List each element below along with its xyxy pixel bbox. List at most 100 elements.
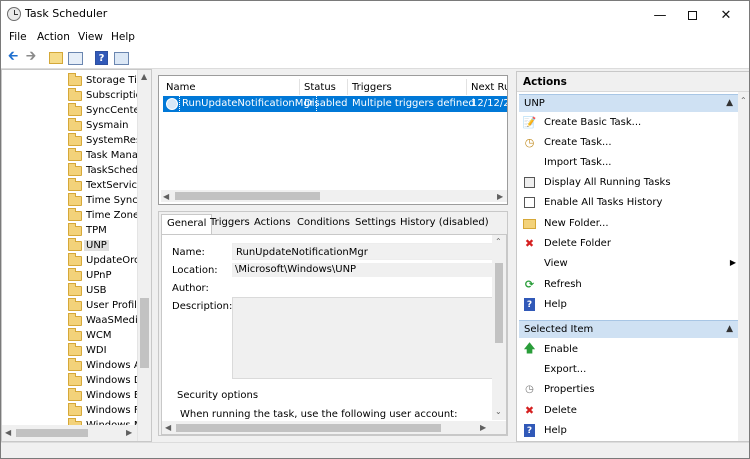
- display-running-tasks-button[interactable]: Display All Running Tasks: [519, 173, 738, 193]
- tree-folder-item[interactable]: UpdateOrch: [68, 253, 146, 269]
- action-label: Refresh: [544, 279, 582, 290]
- help-button[interactable]: ? Help: [519, 295, 738, 315]
- task-location-value[interactable]: \Microsoft\Windows\UNP: [232, 263, 496, 277]
- tree-folder-item[interactable]: WCM: [68, 328, 140, 344]
- tab-triggers[interactable]: Triggers: [205, 214, 255, 234]
- tree-folder-item[interactable]: Windows Ac: [68, 358, 146, 374]
- section-header-unp[interactable]: UNP ▲: [519, 94, 738, 112]
- actions-header: Actions: [517, 72, 749, 92]
- export-button[interactable]: Export...: [519, 360, 738, 380]
- task-name-cell[interactable]: RunUpdateNotificationMgr: [179, 95, 317, 113]
- task-next-run-cell[interactable]: 12/12/20: [471, 98, 507, 109]
- table-row[interactable]: RunUpdateNotificationMgr Disabled Multip…: [163, 95, 507, 113]
- tree-folder-item[interactable]: SystemRestore: [68, 133, 151, 149]
- scroll-right-arrow-icon[interactable]: ▶: [497, 192, 503, 201]
- enable-button[interactable]: 🡅 Enable: [519, 340, 738, 360]
- column-header-triggers[interactable]: Triggers: [352, 82, 392, 93]
- delete-folder-button[interactable]: ✖ Delete Folder: [519, 234, 738, 254]
- tree-folder-item[interactable]: Windows Er: [68, 388, 144, 404]
- tree-folder-item[interactable]: TPM: [68, 223, 140, 239]
- tree-folder-item[interactable]: Task Manager: [68, 148, 151, 164]
- tree-folder-item[interactable]: Time Synchr: [68, 193, 148, 209]
- tab-actions[interactable]: Actions: [249, 214, 296, 234]
- scroll-up-arrow-icon[interactable]: ▲: [141, 72, 147, 81]
- details-horizontal-scroll-thumb[interactable]: [176, 424, 441, 432]
- details-horizontal-scrollbar[interactable]: ◀ ▶: [162, 421, 506, 434]
- details-vertical-scrollbar[interactable]: ⌃ ⌄: [492, 235, 506, 420]
- column-divider[interactable]: [299, 79, 300, 95]
- task-triggers-cell[interactable]: Multiple triggers defined: [352, 98, 475, 109]
- tree-folder-item[interactable]: USB: [68, 283, 140, 299]
- section-header-selected-item[interactable]: Selected Item ▲: [519, 320, 738, 338]
- create-task-button[interactable]: ◷ Create Task...: [519, 133, 738, 153]
- folder-icon: [68, 133, 82, 146]
- tree-folder-item[interactable]: UPnP: [68, 268, 140, 284]
- help-icon[interactable]: ?: [95, 51, 108, 65]
- help-button[interactable]: ? Help: [519, 421, 738, 441]
- menu-help[interactable]: Help: [111, 31, 135, 43]
- tree-folder-item[interactable]: UNP: [68, 238, 140, 254]
- menu-file[interactable]: File: [9, 31, 27, 43]
- tree-vertical-scrollbar[interactable]: ▲: [137, 70, 151, 441]
- new-folder-button[interactable]: New Folder...: [519, 214, 738, 234]
- task-list-horizontal-scrollbar[interactable]: ◀ ▶: [161, 190, 507, 202]
- scroll-left-arrow-icon[interactable]: ◀: [163, 192, 169, 201]
- collapse-arrow-icon[interactable]: ▲: [726, 98, 733, 108]
- forward-arrow-icon[interactable]: 🡲: [23, 49, 39, 66]
- delete-button[interactable]: ✖ Delete: [519, 401, 738, 421]
- task-status-cell[interactable]: Disabled: [304, 98, 347, 109]
- tab-settings[interactable]: Settings: [350, 214, 401, 234]
- tree-folder-item[interactable]: Storage Tier: [68, 73, 147, 89]
- tree-folder-item[interactable]: Sysmain: [68, 118, 140, 134]
- refresh-button[interactable]: ⟳ Refresh: [519, 275, 738, 295]
- tree-folder-item[interactable]: WaaSMedic: [68, 313, 143, 329]
- task-name-field[interactable]: RunUpdateNotificationMgr: [232, 243, 496, 260]
- tree-folder-item[interactable]: Windows De: [68, 373, 148, 389]
- show-hide-action-pane-icon[interactable]: [114, 52, 129, 65]
- tree-folder-item[interactable]: Subscription: [68, 88, 148, 104]
- tab-conditions[interactable]: Conditions: [292, 214, 355, 234]
- close-button[interactable]: ✕: [703, 1, 749, 29]
- actions-vertical-scrollbar[interactable]: ⌃: [738, 92, 749, 441]
- menu-action[interactable]: Action: [37, 31, 70, 43]
- scroll-up-arrow-icon[interactable]: ⌃: [495, 237, 502, 246]
- tree-folder-item[interactable]: Time Zone: [68, 208, 140, 224]
- column-divider[interactable]: [347, 79, 348, 95]
- tree-folder-item[interactable]: User Profile: [68, 298, 143, 314]
- view-menu-button[interactable]: View ▶: [519, 254, 738, 274]
- column-header-name[interactable]: Name: [166, 82, 196, 93]
- scroll-right-arrow-icon[interactable]: ▶: [480, 423, 486, 432]
- scroll-down-arrow-icon[interactable]: ⌄: [495, 407, 502, 416]
- scroll-right-arrow-icon[interactable]: ▶: [126, 428, 132, 437]
- tree-folder-item[interactable]: TextServices: [68, 178, 148, 194]
- create-basic-task-button[interactable]: 📝 Create Basic Task...: [519, 113, 738, 133]
- menu-view[interactable]: View: [78, 31, 103, 43]
- tree-folder-item[interactable]: SyncCenter: [68, 103, 144, 119]
- tree-folder-item[interactable]: Windows Fi: [68, 403, 142, 419]
- scroll-left-arrow-icon[interactable]: ◀: [165, 423, 171, 432]
- maximize-icon: [687, 10, 697, 20]
- column-header-next-run[interactable]: Next Run: [471, 82, 507, 93]
- up-folder-icon[interactable]: [49, 52, 63, 64]
- description-field[interactable]: [232, 297, 496, 379]
- tree-horizontal-scroll-thumb[interactable]: [16, 429, 88, 437]
- import-task-button[interactable]: Import Task...: [519, 153, 738, 173]
- scroll-up-arrow-icon[interactable]: ⌃: [740, 96, 747, 105]
- properties-button[interactable]: ◷ Properties: [519, 380, 738, 400]
- back-arrow-icon[interactable]: 🡰: [5, 49, 21, 66]
- enable-tasks-history-button[interactable]: Enable All Tasks History: [519, 193, 738, 213]
- column-header-status[interactable]: Status: [304, 82, 336, 93]
- tree-horizontal-scrollbar[interactable]: ◀ ▶: [2, 425, 137, 441]
- folder-icon: [68, 253, 82, 266]
- tree-folder-item[interactable]: WDI: [68, 343, 140, 359]
- tree-vertical-scroll-thumb[interactable]: [140, 298, 149, 368]
- show-hide-console-tree-icon[interactable]: [68, 52, 83, 65]
- name-label: Name:: [172, 247, 205, 258]
- collapse-arrow-icon[interactable]: ▲: [726, 324, 733, 334]
- column-divider[interactable]: [466, 79, 467, 95]
- tab-history[interactable]: History (disabled): [395, 214, 494, 234]
- scroll-left-arrow-icon[interactable]: ◀: [5, 428, 11, 437]
- task-list-horizontal-scroll-thumb[interactable]: [175, 192, 320, 200]
- details-vertical-scroll-thumb[interactable]: [495, 263, 503, 343]
- tree-folder-item[interactable]: TaskScheduler: [68, 163, 151, 179]
